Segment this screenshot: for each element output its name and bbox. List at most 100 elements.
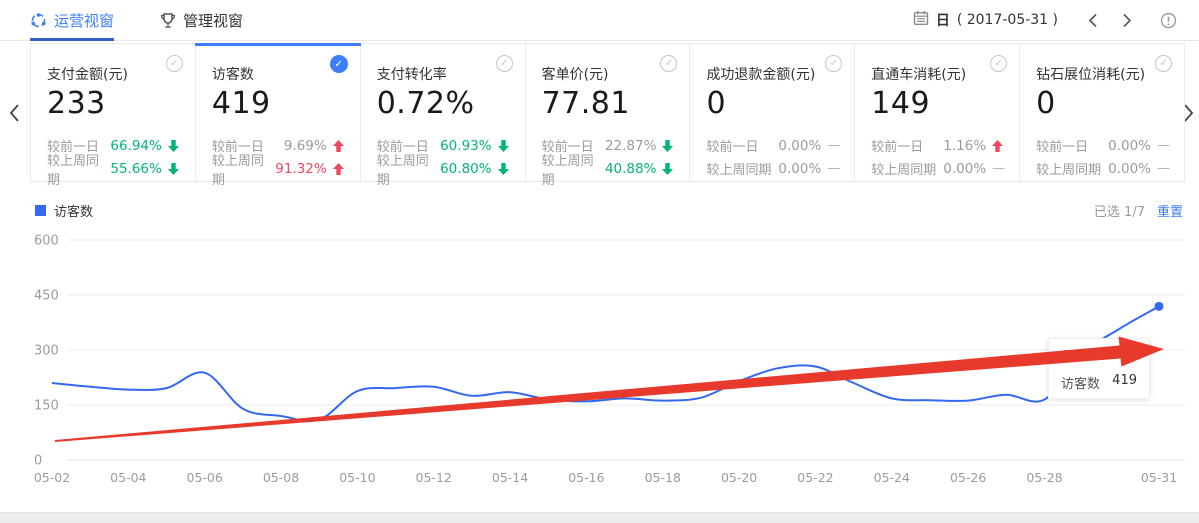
x-axis-label: 05-18 [645, 470, 681, 485]
cards-scroll-left-button[interactable] [8, 103, 20, 123]
flat-trend-icon: — [992, 161, 1003, 176]
comparison-label: 较上周同期 [377, 150, 440, 188]
x-axis-label: 05-06 [187, 470, 223, 485]
comparison-value: 0.00% [778, 161, 821, 177]
x-axis-label: 05-16 [568, 470, 604, 485]
x-axis-label: 05-22 [797, 470, 833, 485]
comparison-row: 较上周同期 0.00% — [1036, 157, 1168, 180]
comparison-label: 较上周同期 [212, 150, 275, 188]
y-axis-label: 600 [34, 234, 59, 249]
card-check-icon[interactable]: ✓ [990, 55, 1007, 72]
metric-card[interactable]: ✓ 客单价(元) 77.81 较前一日 22.87% 较上周同期 40.88% [526, 44, 691, 181]
card-title: 直通车消耗(元) [871, 64, 1003, 84]
metric-card[interactable]: ✓ 钻石展位消耗(元) 0 较前一日 0.00%— 较上周同期 0.00% — [1020, 44, 1184, 181]
y-axis-label: 150 [34, 399, 59, 414]
card-value: 233 [47, 86, 179, 121]
visitors-line-series [52, 306, 1159, 421]
metric-card[interactable]: ✓ 成功退款金额(元) 0 较前一日 0.00%— 较上周同期 0.00%— [690, 44, 855, 181]
card-title: 访客数 [212, 64, 344, 84]
card-value: 0 [1036, 86, 1168, 121]
comparison-row: 较上周同期 0.00%— [871, 157, 1003, 180]
card-title: 成功退款金额(元) [706, 64, 838, 84]
card-check-icon[interactable]: ✓ [496, 55, 513, 72]
chart-header: 访客数 已选 1/7 重置 [0, 197, 1199, 223]
down-arrow-icon [498, 163, 509, 175]
legend-label: 访客数 [54, 201, 93, 220]
x-axis-label: 05-28 [1026, 470, 1062, 485]
comparison-label: 较前一日 [1036, 136, 1088, 155]
view-tabs: 运营视窗 管理视窗 [0, 0, 243, 40]
tooltip-series-label: 访客数 [1061, 373, 1100, 392]
comparison-row: 较上周同期 0.00%— [706, 157, 838, 180]
legend-swatch [35, 205, 46, 216]
selected-count: 已选 1/7 [1094, 201, 1145, 220]
dashboard-page: 运营视窗 管理视窗 日 ( 2017-05-31 ) [0, 0, 1199, 523]
tab-label: 管理视窗 [183, 10, 243, 31]
chart-tooltip: 05-31 访客数 419 [1048, 338, 1150, 399]
comparison-value: 1.16% [943, 138, 986, 154]
up-arrow-icon [992, 140, 1003, 152]
tooltip-date: 05-31 [1061, 347, 1137, 362]
card-value: 77.81 [542, 86, 674, 121]
down-arrow-icon [168, 163, 179, 175]
last-point-marker[interactable] [1155, 302, 1164, 311]
down-arrow-icon [498, 140, 509, 152]
management-view-icon [160, 12, 176, 29]
legend-item-visitors[interactable]: 访客数 [35, 201, 93, 220]
flat-trend-icon: — [827, 161, 838, 176]
comparison-row: 较上周同期 91.32% [212, 157, 344, 180]
comparison-value: 0.00% [778, 138, 821, 154]
card-check-icon[interactable]: ✓ [166, 55, 183, 72]
comparison-value: 91.32% [275, 161, 326, 177]
comparison-value: 9.69% [284, 138, 327, 154]
next-section-edge [0, 512, 1199, 523]
tab-operations-view[interactable]: 运营视窗 [30, 0, 114, 40]
metric-card[interactable]: ✓ 直通车消耗(元) 149 较前一日 1.16% 较上周同期 0.00%— [855, 44, 1020, 181]
tab-management-view[interactable]: 管理视窗 [160, 0, 243, 40]
down-arrow-icon [662, 163, 673, 175]
prev-date-button[interactable] [1076, 13, 1110, 28]
reset-link[interactable]: 重置 [1157, 201, 1183, 220]
operations-view-icon [30, 12, 47, 29]
next-date-button[interactable] [1110, 13, 1144, 28]
card-check-icon[interactable]: ✓ [330, 55, 348, 73]
card-value: 0 [706, 86, 838, 121]
up-arrow-icon [333, 140, 344, 152]
x-axis-label: 05-10 [339, 470, 375, 485]
y-axis-label: 450 [34, 289, 59, 304]
date-value: ( 2017-05-31 ) [957, 12, 1058, 28]
info-icon[interactable] [1160, 12, 1177, 29]
card-title: 钻石展位消耗(元) [1036, 64, 1168, 84]
comparison-label: 较上周同期 [871, 159, 936, 178]
x-axis-label: 05-24 [874, 470, 910, 485]
date-picker[interactable]: 日 ( 2017-05-31 ) [913, 10, 1058, 30]
comparison-row: 较上周同期 55.66% [47, 157, 179, 180]
comparison-label: 较上周同期 [542, 150, 605, 188]
card-value: 149 [871, 86, 1003, 121]
down-arrow-icon [168, 140, 179, 152]
comparison-value: 40.88% [605, 161, 656, 177]
calendar-icon [913, 10, 929, 30]
metric-card[interactable]: ✓ 访客数 419 较前一日 9.69% 较上周同期 91.32% [196, 44, 361, 181]
card-check-icon[interactable]: ✓ [660, 55, 677, 72]
comparison-row: 较前一日 1.16% [871, 134, 1003, 157]
metric-card[interactable]: ✓ 支付金额(元) 233 较前一日 66.94% 较上周同期 55.66% [31, 44, 196, 181]
flat-trend-icon: — [827, 138, 838, 153]
comparison-value: 66.94% [110, 138, 161, 154]
comparison-row: 较前一日 0.00%— [1036, 134, 1168, 157]
x-axis-label: 05-26 [950, 470, 986, 485]
x-axis-label: 05-20 [721, 470, 757, 485]
x-axis-label: 05-02 [34, 470, 70, 485]
comparison-label: 较上周同期 [47, 150, 110, 188]
tooltip-value: 419 [1112, 373, 1137, 392]
card-check-icon[interactable]: ✓ [1155, 55, 1172, 72]
flat-trend-icon: — [1157, 161, 1168, 176]
comparison-row: 较上周同期 40.88% [542, 157, 674, 180]
comparison-label: 较上周同期 [1036, 159, 1101, 178]
comparison-row: 较上周同期 60.80% [377, 157, 509, 180]
comparison-value: 0.00% [1108, 138, 1151, 154]
comparison-value: 0.00% [1108, 161, 1151, 177]
chart-plot[interactable]: 015030045060005-0205-0405-0605-0805-1005… [0, 230, 1199, 510]
card-check-icon[interactable]: ✓ [825, 55, 842, 72]
metric-card[interactable]: ✓ 支付转化率 0.72% 较前一日 60.93% 较上周同期 60.80% [361, 44, 526, 181]
